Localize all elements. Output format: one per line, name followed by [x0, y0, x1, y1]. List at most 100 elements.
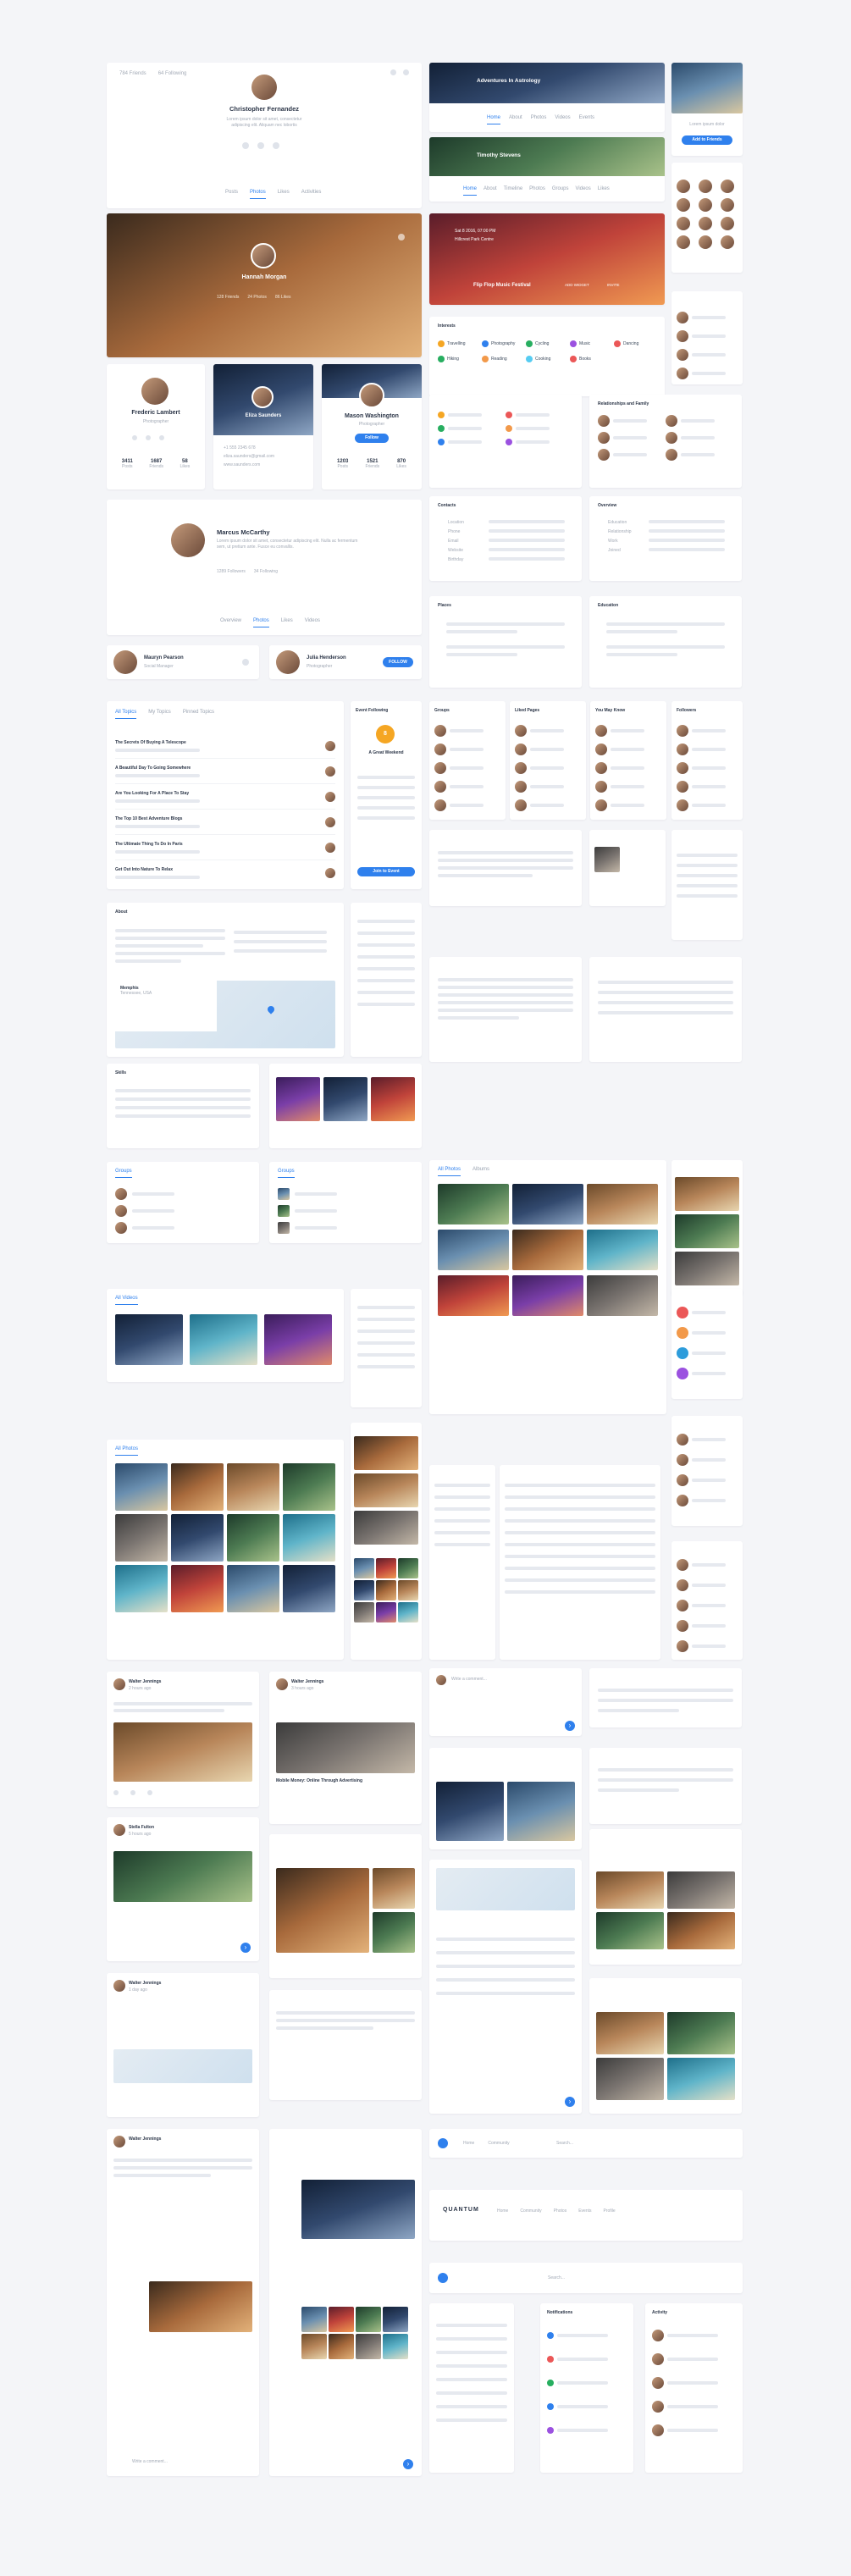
avatar[interactable]: [515, 744, 527, 755]
avatar[interactable]: [677, 1579, 688, 1591]
nav-profile[interactable]: Profile: [604, 2208, 616, 2214]
tab-timeline[interactable]: Timeline: [504, 186, 522, 196]
tab-all-videos[interactable]: All Videos: [115, 1296, 138, 1305]
follow-button[interactable]: FOLLOW: [383, 657, 413, 667]
post-title[interactable]: Mobile Money: Online Through Advertising: [276, 1778, 362, 1783]
avatar[interactable]: [115, 1205, 127, 1217]
nav-home[interactable]: Home: [497, 2208, 508, 2214]
topic-title[interactable]: Are You Looking For A Place To Stay: [115, 791, 200, 796]
avatar[interactable]: [595, 725, 607, 737]
avatar[interactable]: [359, 383, 384, 408]
avatar[interactable]: [515, 799, 527, 811]
avatar[interactable]: [677, 1474, 688, 1486]
avatar[interactable]: [666, 432, 677, 444]
tab-albums[interactable]: Albums: [472, 1167, 489, 1176]
avatar[interactable]: [721, 217, 734, 230]
brand[interactable]: QUANTUM: [443, 2207, 479, 2213]
avatar[interactable]: [276, 650, 300, 674]
like-icon[interactable]: [113, 1790, 119, 1795]
post-author[interactable]: Walter Jennings: [129, 2137, 161, 2142]
avatar[interactable]: [677, 1495, 688, 1506]
avatar[interactable]: [677, 1600, 688, 1611]
comment-icon[interactable]: [130, 1790, 135, 1795]
avatar[interactable]: [113, 1678, 125, 1690]
avatar[interactable]: [325, 766, 335, 777]
tab-likes[interactable]: Likes: [598, 186, 610, 196]
avatar[interactable]: [699, 217, 712, 230]
following-count[interactable]: 34 Following: [254, 569, 278, 574]
email[interactable]: eliza.saunders@gmail.com: [224, 452, 274, 461]
avatar[interactable]: [699, 180, 712, 193]
avatar[interactable]: [595, 744, 607, 755]
avatar[interactable]: [251, 243, 276, 268]
twitter-icon[interactable]: [132, 435, 137, 440]
tab-posts[interactable]: Posts: [225, 190, 238, 199]
avatar[interactable]: [699, 235, 712, 249]
join-event-button[interactable]: Join to Event: [357, 867, 415, 876]
message-icon[interactable]: [398, 234, 405, 240]
tab-photos[interactable]: Photos: [253, 618, 269, 627]
message-icon[interactable]: [390, 69, 396, 75]
post-author[interactable]: Walter Jennings: [129, 1679, 161, 1684]
avatar[interactable]: [113, 2136, 125, 2148]
avatar[interactable]: [721, 235, 734, 249]
map[interactable]: [436, 1868, 575, 1910]
topic-title[interactable]: The Ultimate Thing To Do In Paris: [115, 842, 200, 847]
avatar[interactable]: [598, 432, 610, 444]
avatar[interactable]: [515, 762, 527, 774]
avatar[interactable]: [677, 1454, 688, 1466]
nav-community[interactable]: Community: [488, 2141, 509, 2146]
tab-pinned-topics[interactable]: Pinned Topics: [183, 710, 214, 719]
tab-activities[interactable]: Activities: [301, 190, 322, 199]
topic-title[interactable]: The Top 10 Best Adventure Blogs: [115, 816, 200, 821]
logo[interactable]: [438, 2138, 448, 2148]
twitter-icon[interactable]: [242, 142, 249, 149]
avatar[interactable]: [598, 415, 610, 427]
tab-videos[interactable]: Videos: [305, 618, 320, 627]
tab-photos[interactable]: Photos: [250, 190, 266, 199]
tab-likes[interactable]: Likes: [281, 618, 293, 627]
avatar[interactable]: [141, 378, 169, 405]
comment-input[interactable]: Write a comment...: [132, 2459, 168, 2464]
followers-count[interactable]: 1289 Followers: [217, 569, 246, 574]
avatar[interactable]: [677, 762, 688, 774]
avatar[interactable]: [515, 781, 527, 793]
avatar[interactable]: [699, 198, 712, 212]
share-icon[interactable]: [147, 1790, 152, 1795]
phone[interactable]: +1 555 2345 678: [224, 444, 274, 452]
avatar[interactable]: [113, 1824, 125, 1836]
avatar[interactable]: [113, 650, 137, 674]
send-button[interactable]: ›: [403, 2459, 413, 2469]
facebook-icon[interactable]: [146, 435, 151, 440]
following-count[interactable]: 64 Following: [158, 71, 187, 76]
logo[interactable]: [438, 2273, 448, 2283]
tab-events[interactable]: Events: [579, 115, 594, 124]
tab-groups[interactable]: Groups: [552, 186, 569, 196]
website[interactable]: www.saunders.com: [224, 461, 274, 469]
avatar[interactable]: [325, 791, 335, 802]
tab-my-topics[interactable]: My Topics: [148, 710, 171, 719]
avatar[interactable]: [652, 2353, 664, 2365]
tab-videos[interactable]: Videos: [576, 186, 591, 196]
tab-groups[interactable]: Groups: [278, 1169, 295, 1178]
avatar[interactable]: [276, 1678, 288, 1690]
friends-count[interactable]: 784 Friends: [119, 71, 146, 76]
avatar[interactable]: [677, 330, 688, 342]
topic-title[interactable]: Get Out Into Nature To Relax: [115, 867, 200, 872]
avatar[interactable]: [113, 1980, 125, 1992]
avatar[interactable]: [598, 449, 610, 461]
avatar[interactable]: [652, 2401, 664, 2413]
avatar[interactable]: [666, 415, 677, 427]
avatar[interactable]: [677, 744, 688, 755]
post-author[interactable]: Walter Jennings: [291, 1679, 323, 1684]
tab-home[interactable]: Home: [487, 115, 501, 124]
avatar[interactable]: [677, 235, 690, 249]
topic-title[interactable]: The Secrets Of Buying A Telescope: [115, 740, 200, 745]
avatar[interactable]: [677, 217, 690, 230]
avatar[interactable]: [325, 868, 335, 878]
tab-likes[interactable]: Likes: [278, 190, 290, 199]
avatar[interactable]: [595, 762, 607, 774]
tab-home[interactable]: Home: [463, 186, 478, 196]
invite-button[interactable]: INVITE: [607, 283, 620, 287]
tab-overview[interactable]: Overview: [220, 618, 241, 627]
